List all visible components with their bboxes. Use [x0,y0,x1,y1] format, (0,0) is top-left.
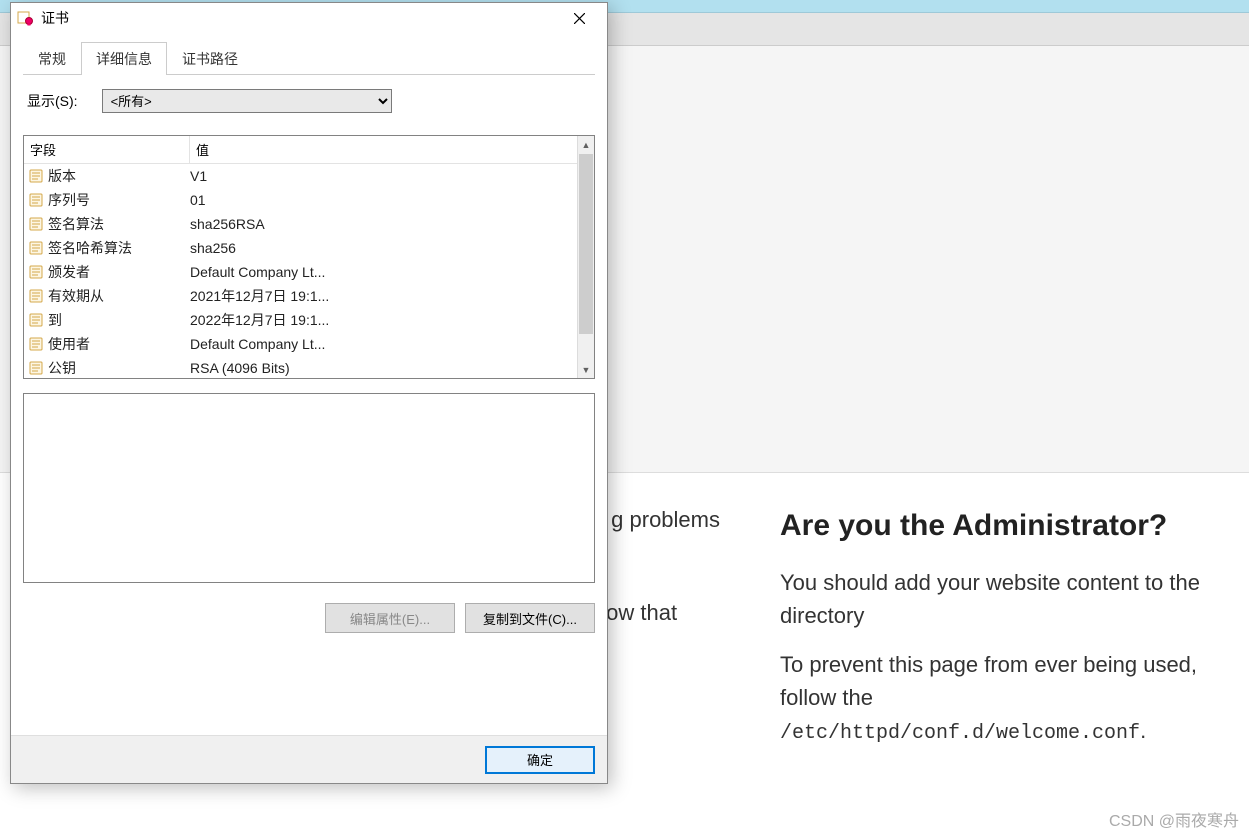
field-icon [28,192,44,208]
detail-textbox[interactable] [23,393,595,583]
list-row[interactable]: 有效期从2021年12月7日 19:1... [24,284,577,308]
list-row[interactable]: 到2022年12月7日 19:1... [24,308,577,332]
row-value: 01 [190,192,206,208]
field-icon [28,264,44,280]
row-value: sha256RSA [190,216,265,232]
list-row[interactable]: 颁发者Default Company Lt... [24,260,577,284]
row-field: 签名哈希算法 [48,238,190,258]
row-value: V1 [190,168,207,184]
row-field: 公钥 [48,358,190,378]
tab-certpath[interactable]: 证书路径 [167,42,253,75]
tab-general[interactable]: 常规 [23,42,81,75]
admin-heading: Are you the Administrator? [780,503,1209,548]
list-row[interactable]: 公钥RSA (4096 Bits) [24,356,577,378]
row-field: 版本 [48,166,190,186]
certificate-dialog: 证书 常规 详细信息 证书路径 显示(S): <所有> 字段 值 版本V1序列号… [10,2,608,784]
row-value: Default Company Lt... [190,336,325,352]
watermark: CSDN @雨夜寒舟 [1109,807,1239,831]
copy-to-file-button[interactable]: 复制到文件(C)... [465,603,595,633]
close-button[interactable] [557,4,601,32]
show-filter-row: 显示(S): <所有> [27,89,595,113]
row-field: 使用者 [48,334,190,354]
row-value: 2022年12月7日 19:1... [190,310,329,330]
titlebar: 证书 [11,3,607,33]
field-icon [28,240,44,256]
row-field: 签名算法 [48,214,190,234]
list-row[interactable]: 签名哈希算法sha256 [24,236,577,260]
list-scrollbar[interactable]: ▲ ▼ [577,136,594,378]
field-icon [28,360,44,376]
list-row[interactable]: 版本V1 [24,164,577,188]
scroll-up-icon[interactable]: ▲ [578,136,594,153]
certificate-icon [17,10,33,26]
show-label: 显示(S): [27,91,78,111]
list-row[interactable]: 签名算法sha256RSA [24,212,577,236]
field-icon [28,288,44,304]
list-row[interactable]: 使用者Default Company Lt... [24,332,577,356]
show-select[interactable]: <所有> [102,89,392,113]
tab-strip: 常规 详细信息 证书路径 [23,41,595,75]
field-icon [28,312,44,328]
row-value: sha256 [190,240,236,256]
dialog-body: 常规 详细信息 证书路径 显示(S): <所有> 字段 值 版本V1序列号01签… [11,33,607,735]
column-field[interactable]: 字段 [24,136,190,163]
field-icon [28,216,44,232]
row-field: 颁发者 [48,262,190,282]
dialog-title: 证书 [41,8,557,28]
row-field: 有效期从 [48,286,190,306]
dialog-footer: 确定 [11,735,607,783]
list-row[interactable]: 序列号01 [24,188,577,212]
action-buttons: 编辑属性(E)... 复制到文件(C)... [23,603,595,633]
row-value: 2021年12月7日 19:1... [190,286,329,306]
row-value: Default Company Lt... [190,264,325,280]
row-field: 序列号 [48,190,190,210]
tab-details[interactable]: 详细信息 [81,42,167,75]
row-field: 到 [48,310,190,330]
field-icon [28,336,44,352]
list-header: 字段 值 [24,136,577,164]
field-listbox: 字段 值 版本V1序列号01签名算法sha256RSA签名哈希算法sha256颁… [23,135,595,379]
edit-properties-button: 编辑属性(E)... [325,603,455,633]
field-icon [28,168,44,184]
right-column: Are you the Administrator? You should ad… [780,503,1209,765]
scroll-thumb[interactable] [579,154,593,334]
row-value: RSA (4096 Bits) [190,360,290,376]
ok-button[interactable]: 确定 [485,746,595,774]
column-value[interactable]: 值 [190,136,577,163]
scroll-down-icon[interactable]: ▼ [578,361,594,378]
